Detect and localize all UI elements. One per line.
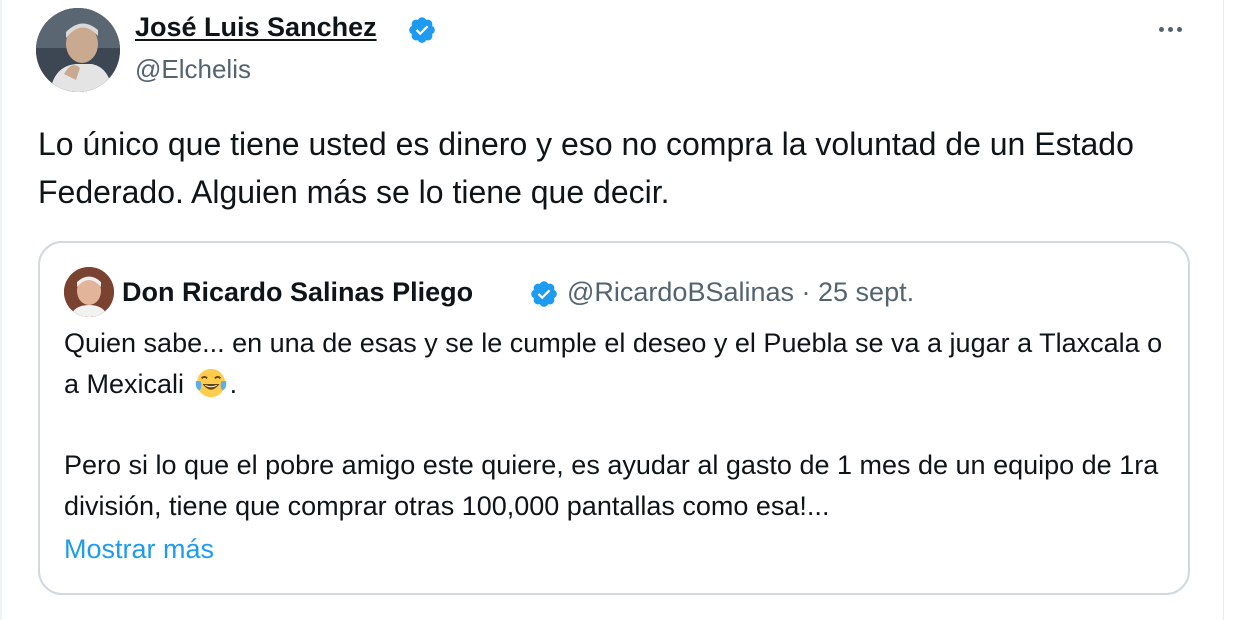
quoted-tweet[interactable]: Don Ricardo Salinas Pliego @RicardoBSali…: [38, 241, 1190, 595]
show-more-link[interactable]: Mostrar más: [64, 529, 214, 570]
quoted-verified-badge-icon: [531, 281, 557, 307]
meta-separator: ·: [794, 277, 819, 307]
tweet-text: Lo único que tiene usted es dinero y eso…: [38, 126, 1134, 210]
quoted-date[interactable]: 25 sept.: [818, 277, 914, 307]
author-avatar[interactable]: [36, 8, 120, 92]
verified-badge-icon: [409, 17, 435, 43]
divider: [0, 0, 2, 620]
quoted-paragraph-1-end: .: [229, 369, 238, 399]
quoted-text: Quien sabe... en una de esas y se le cum…: [64, 323, 1174, 570]
quoted-author-avatar[interactable]: [64, 267, 114, 317]
quoted-author-name[interactable]: Don Ricardo Salinas Pliego: [122, 277, 473, 308]
more-options-icon[interactable]: [1152, 14, 1188, 44]
author-name[interactable]: José Luis Sanchez: [135, 12, 377, 43]
quoted-handle[interactable]: @RicardoBSalinas: [567, 277, 794, 307]
quoted-meta: @RicardoBSalinas · 25 sept.: [567, 277, 914, 308]
quoted-paragraph-1: Quien sabe... en una de esas y se le cum…: [64, 323, 1174, 405]
author-handle[interactable]: @Elchelis: [135, 54, 251, 85]
tears-of-joy-emoji-icon: [195, 368, 226, 398]
quoted-paragraph-2: Pero si lo que el pobre amigo este quier…: [64, 450, 1159, 521]
tweet: José Luis Sanchez @Elchelis Lo único que…: [0, 0, 1224, 620]
